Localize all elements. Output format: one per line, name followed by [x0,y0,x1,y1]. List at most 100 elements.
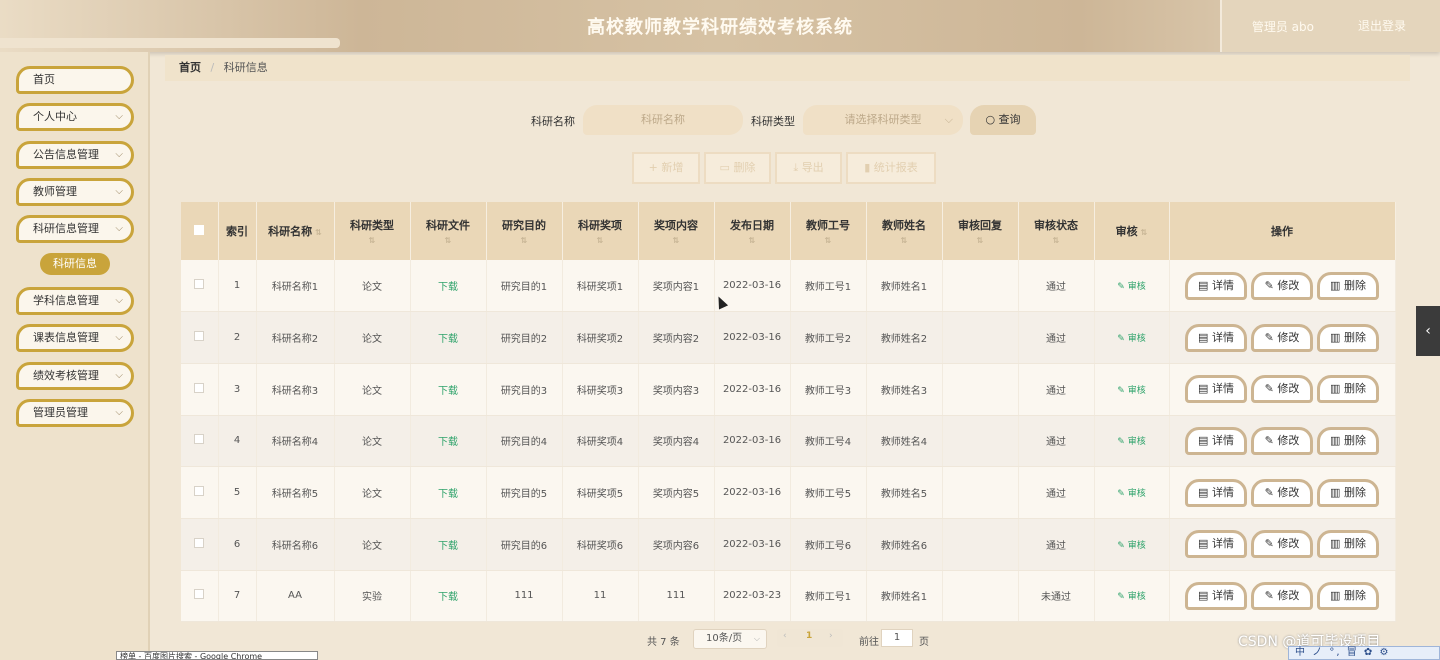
download-link[interactable]: 下载 [438,541,458,552]
col-audit[interactable]: 审核 ⇅ [1094,202,1170,260]
goto-page-input[interactable]: 1 [881,629,913,647]
sort-icon[interactable]: ⇅ [1141,228,1148,237]
download-link[interactable]: 下载 [438,437,458,448]
detail-button[interactable]: ▤ 详情 [1185,581,1247,610]
sort-icon[interactable]: ⇅ [943,237,1018,245]
col-type[interactable]: 科研类型 ⇅ [334,202,411,260]
cell-file[interactable]: 下载 [410,363,487,416]
download-link[interactable]: 下载 [438,334,458,345]
cell-audit[interactable]: ✎ 审核 [1094,518,1170,571]
row-select-cell[interactable] [181,311,219,364]
sidebar-item-personal-center[interactable]: 个人中心 ⌵ [16,103,134,131]
sort-icon[interactable]: ⇅ [867,237,942,245]
cell-audit[interactable]: ✎ 审核 [1094,466,1170,519]
page-size-select[interactable]: 10条/页 ⌵ [693,629,767,649]
col-teacher-no[interactable]: 教师工号 ⇅ [790,202,867,260]
delete-button[interactable]: ▥ 删除 [1317,375,1379,404]
row-select-cell[interactable] [181,518,219,571]
next-page-icon[interactable]: › [829,631,833,641]
col-name[interactable]: 科研名称 ⇅ [256,202,335,260]
row-checkbox[interactable] [194,382,205,393]
download-link[interactable]: 下载 [438,489,458,500]
batch-delete-button[interactable]: ▭ 删除 [704,152,771,184]
delete-button[interactable]: ▥ 删除 [1317,478,1379,507]
ime-toolbar[interactable]: 中 ノ °, 冒 ✿ ⚙ [1288,646,1440,660]
edit-button[interactable]: ✎ 修改 [1251,530,1313,559]
prev-page-icon[interactable]: ‹ [783,631,787,641]
col-award-content[interactable]: 奖项内容 ⇅ [638,202,715,260]
cell-audit[interactable]: ✎ 审核 [1094,260,1170,313]
download-link[interactable]: 下载 [438,592,458,603]
cell-file[interactable]: 下载 [410,260,487,313]
delete-button[interactable]: ▥ 删除 [1317,426,1379,455]
row-select-cell[interactable] [181,466,219,519]
download-link[interactable]: 下载 [438,282,458,293]
download-link[interactable]: 下载 [438,386,458,397]
sort-icon[interactable]: ⇅ [411,237,486,245]
cell-audit[interactable]: ✎ 审核 [1094,570,1170,623]
add-button[interactable]: + 新增 [632,152,700,184]
sort-icon[interactable]: ⇅ [715,237,790,245]
edit-button[interactable]: ✎ 修改 [1251,323,1313,352]
sort-icon[interactable]: ⇅ [487,237,562,245]
sort-icon[interactable]: ⇅ [563,237,638,245]
sidebar-item-subjects[interactable]: 学科信息管理 ⌵ [16,287,134,315]
col-purpose[interactable]: 研究目的 ⇅ [486,202,563,260]
edit-button[interactable]: ✎ 修改 [1251,271,1313,300]
sort-icon[interactable]: ⇅ [639,237,714,245]
detail-button[interactable]: ▤ 详情 [1185,426,1247,455]
cell-file[interactable]: 下载 [410,518,487,571]
detail-button[interactable]: ▤ 详情 [1185,530,1247,559]
row-checkbox[interactable] [194,537,205,548]
edit-button[interactable]: ✎ 修改 [1251,426,1313,455]
audit-link[interactable]: ✎ 审核 [1117,489,1145,499]
breadcrumb-home[interactable]: 首页 [179,61,201,74]
row-checkbox[interactable] [194,331,205,342]
edit-button[interactable]: ✎ 修改 [1251,581,1313,610]
audit-link[interactable]: ✎ 审核 [1117,386,1145,396]
row-checkbox[interactable] [194,434,205,445]
page-number[interactable]: 1 [806,631,812,641]
row-checkbox[interactable] [194,486,205,497]
row-checkbox[interactable] [194,279,205,290]
audit-link[interactable]: ✎ 审核 [1117,541,1145,551]
cell-audit[interactable]: ✎ 审核 [1094,311,1170,364]
sidebar-item-notice[interactable]: 公告信息管理 ⌵ [16,141,134,169]
select-all-checkbox[interactable] [194,224,205,235]
col-file[interactable]: 科研文件 ⇅ [410,202,487,260]
name-search-input[interactable]: 科研名称 [583,105,743,135]
audit-link[interactable]: ✎ 审核 [1117,592,1145,602]
select-all-cell[interactable] [181,202,219,260]
edit-button[interactable]: ✎ 修改 [1251,375,1313,404]
sidebar-item-schedule[interactable]: 课表信息管理 ⌵ [16,324,134,352]
row-select-cell[interactable] [181,363,219,416]
sidebar-item-performance[interactable]: 绩效考核管理 ⌵ [16,362,134,390]
delete-button[interactable]: ▥ 删除 [1317,323,1379,352]
report-button[interactable]: ▮ 统计报表 [846,152,936,184]
export-button[interactable]: ⤓ 导出 [775,152,842,184]
detail-button[interactable]: ▤ 详情 [1185,271,1247,300]
type-select[interactable]: 请选择科研类型 ⌵ [803,105,963,135]
sort-icon[interactable]: ⇅ [791,237,866,245]
audit-link[interactable]: ✎ 审核 [1117,282,1145,292]
side-drawer-toggle[interactable]: ‹ [1416,306,1440,356]
col-status[interactable]: 审核状态 ⇅ [1018,202,1095,260]
col-teacher-name[interactable]: 教师姓名 ⇅ [866,202,943,260]
cell-audit[interactable]: ✎ 审核 [1094,363,1170,416]
cell-file[interactable]: 下载 [410,415,487,468]
audit-link[interactable]: ✎ 审核 [1117,437,1145,447]
sort-icon[interactable]: ⇅ [1019,237,1094,245]
sort-icon[interactable]: ⇅ [335,237,410,245]
detail-button[interactable]: ▤ 详情 [1185,478,1247,507]
sidebar-item-admins[interactable]: 管理员管理 ⌵ [16,399,134,427]
row-select-cell[interactable] [181,415,219,468]
col-reply[interactable]: 审核回复 ⇅ [942,202,1019,260]
detail-button[interactable]: ▤ 详情 [1185,375,1247,404]
sidebar-item-home[interactable]: 首页 [16,66,134,94]
cell-file[interactable]: 下载 [410,311,487,364]
delete-button[interactable]: ▥ 删除 [1317,581,1379,610]
col-award[interactable]: 科研奖项 ⇅ [562,202,639,260]
cell-file[interactable]: 下载 [410,466,487,519]
row-select-cell[interactable] [181,570,219,623]
sort-icon[interactable]: ⇅ [315,228,322,237]
